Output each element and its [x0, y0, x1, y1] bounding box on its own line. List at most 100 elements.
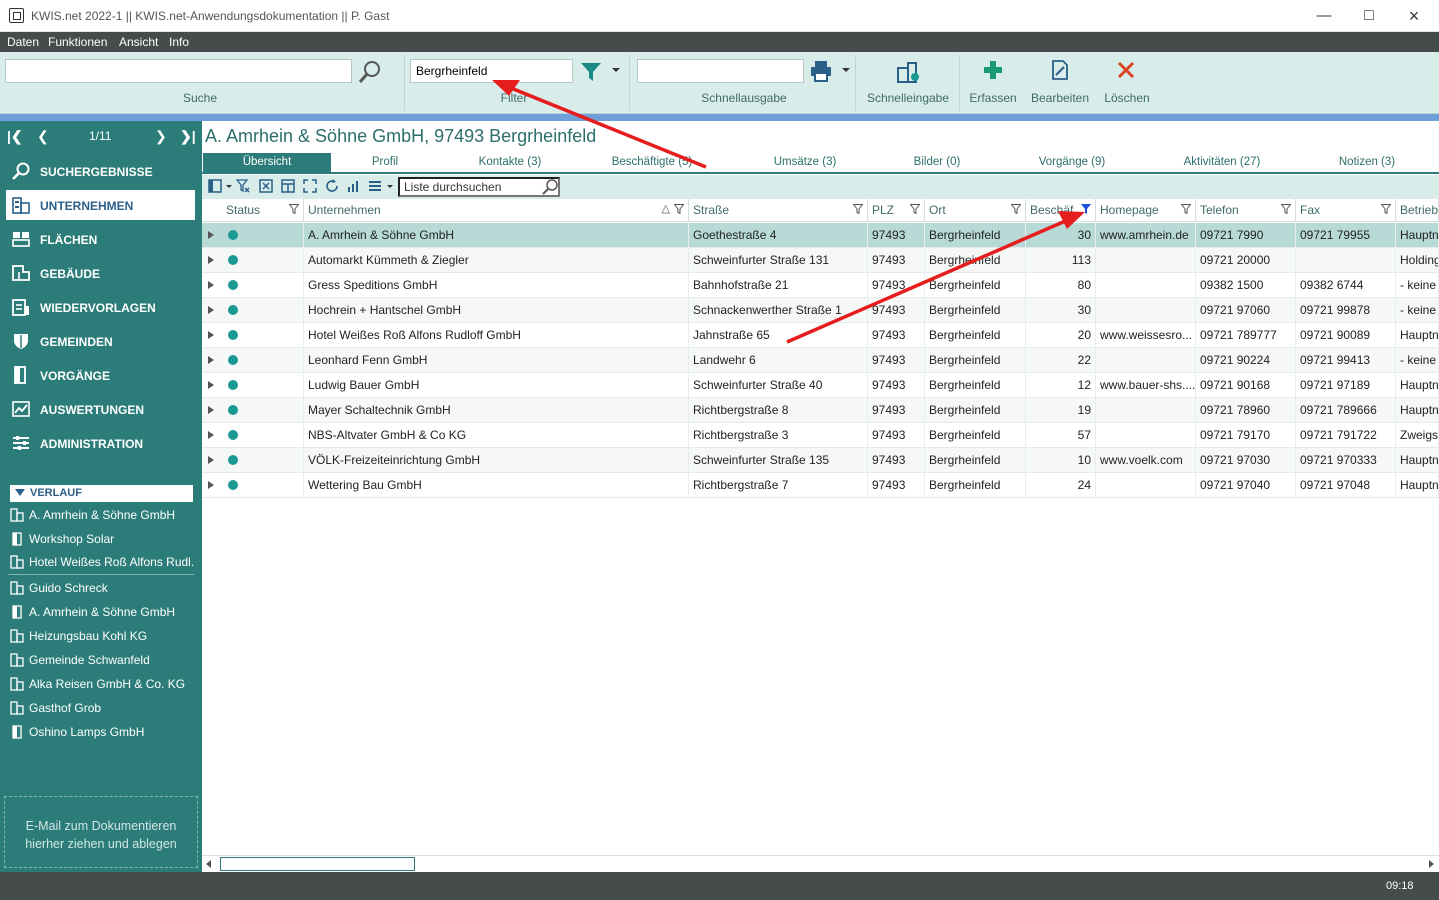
column-filter-icon[interactable] [674, 204, 684, 214]
horizontal-scrollbar[interactable] [202, 855, 1439, 872]
tab-bilder[interactable]: Bilder (0) [894, 153, 980, 173]
row-expand-icon[interactable] [208, 306, 214, 314]
column-filter-icon[interactable] [1381, 204, 1391, 214]
history-header[interactable]: VERLAUF [10, 485, 193, 502]
history-item[interactable]: Guido Schreck [8, 578, 194, 598]
history-item[interactable]: Hotel Weißes Roß Alfons Rudl... [8, 552, 194, 572]
column-header-homepage[interactable]: Homepage [1096, 199, 1196, 222]
history-item[interactable]: Workshop Solar [8, 529, 194, 549]
history-item[interactable]: Gemeinde Schwanfeld [8, 650, 194, 670]
row-expand-icon[interactable] [208, 431, 214, 439]
nav-administration[interactable]: ADMINISTRATION [6, 428, 195, 458]
menu-daten[interactable]: Daten [7, 35, 39, 49]
table-row[interactable]: A. Amrhein & Söhne GmbH Goethestraße 4 974… [202, 223, 1439, 248]
column-header-strasse[interactable]: Straße [689, 199, 868, 222]
search-icon[interactable] [357, 59, 383, 85]
table-row[interactable]: Hochrein + Hantschel GmbH Schnackenwerthe… [202, 298, 1439, 323]
history-item[interactable]: Heizungsbau Kohl KG [8, 626, 194, 646]
column-header-unternehmen[interactable]: Unternehmen △ [304, 199, 689, 222]
list-menu-icon[interactable] [368, 179, 382, 193]
tab-aktivitaeten[interactable]: Aktivitäten (27) [1176, 153, 1268, 173]
tab-kontakte[interactable]: Kontakte (3) [462, 153, 558, 173]
column-filter-icon[interactable] [1011, 204, 1021, 214]
column-filter-icon[interactable] [1181, 204, 1191, 214]
column-header-status[interactable]: Status [222, 199, 304, 222]
column-filter-icon[interactable] [910, 204, 920, 214]
menu-funktionen[interactable]: Funktionen [48, 35, 107, 49]
quick-output-input[interactable] [637, 59, 804, 83]
close-window-button[interactable]: × [1401, 6, 1427, 26]
column-filter-icon[interactable] [853, 204, 863, 214]
menu-ansicht[interactable]: Ansicht [119, 35, 158, 49]
scroll-thumb[interactable] [220, 857, 415, 871]
table-row[interactable]: VÖLK-Freizeiteinrichtung GmbH Schweinfurt… [202, 448, 1439, 473]
nav-auswertungen[interactable]: AUSWERTUNGEN [6, 394, 195, 424]
edit-button[interactable]: Bearbeiten [1027, 54, 1093, 112]
quick-entry-button[interactable]: Schnelleingabe [860, 54, 956, 112]
printer-icon[interactable] [810, 60, 832, 82]
history-item[interactable]: A. Amrhein & Söhne GmbH [8, 505, 194, 525]
history-item[interactable]: A. Amrhein & Söhne GmbH [8, 602, 194, 622]
excel-export-icon[interactable] [259, 179, 273, 193]
history-item[interactable]: Oshino Lamps GmbH [8, 722, 194, 742]
tab-notizen[interactable]: Notizen (3) [1332, 153, 1402, 173]
table-row[interactable]: Leonhard Fenn GmbH Landwehr 6 97493 Bergrhe… [202, 348, 1439, 373]
first-record-icon[interactable]: |❮ [7, 128, 23, 145]
column-filter-icon[interactable] [289, 204, 299, 214]
filter-icon[interactable] [580, 61, 602, 83]
row-expand-icon[interactable] [208, 381, 214, 389]
filter-dropdown-icon[interactable] [612, 68, 620, 72]
table-row[interactable]: Ludwig Bauer GmbH Schweinfurter Straße 40… [202, 373, 1439, 398]
history-item[interactable]: Gasthof Grob [8, 698, 194, 718]
active-filter-icon[interactable] [1081, 204, 1091, 214]
tab-beschaeftigte[interactable]: Beschäftigte (5) [602, 153, 702, 173]
filter-input[interactable] [410, 59, 573, 83]
maximize-button[interactable]: □ [1356, 6, 1382, 26]
last-record-icon[interactable]: ❯| [180, 128, 196, 145]
table-row[interactable]: Gress Speditions GmbH Bahnhofstraße 21 974… [202, 273, 1439, 298]
column-header-fax[interactable]: Fax [1296, 199, 1396, 222]
scroll-right-icon[interactable] [1429, 860, 1434, 868]
nav-suchergebnisse[interactable]: SUCHERGEBNISSE [6, 156, 195, 186]
minimize-button[interactable]: — [1311, 6, 1337, 26]
delete-button[interactable]: Löschen [1098, 54, 1156, 112]
row-expand-icon[interactable] [208, 356, 214, 364]
next-record-icon[interactable]: ❯ [155, 128, 167, 145]
row-expand-icon[interactable] [208, 481, 214, 489]
history-item[interactable]: Alka Reisen GmbH & Co. KG [8, 674, 194, 694]
statistics-icon[interactable] [347, 179, 361, 193]
row-expand-icon[interactable] [208, 281, 214, 289]
table-row[interactable]: NBS-Altvater GmbH & Co KG Richtbergstraße… [202, 423, 1439, 448]
column-header-betrieb[interactable]: Betrieb [1396, 199, 1439, 222]
table-row[interactable]: Wettering Bau GmbH Richtbergstraße 7 97493… [202, 473, 1439, 498]
clear-filter-icon[interactable] [236, 179, 250, 193]
column-header-ort[interactable]: Ort [925, 199, 1026, 222]
columns-dropdown-icon[interactable] [226, 185, 232, 188]
nav-vorgaenge[interactable]: VORGÄNGE [6, 360, 195, 390]
refresh-icon[interactable] [325, 179, 339, 193]
email-drop-zone[interactable]: E-Mail zum Dokumentieren hierher ziehen … [4, 796, 198, 868]
column-header-plz[interactable]: PLZ [868, 199, 925, 222]
list-search-input[interactable] [398, 177, 560, 197]
fit-columns-icon[interactable] [303, 179, 317, 193]
column-header-beschaeftigte[interactable]: Beschäf... [1026, 199, 1096, 222]
nav-flaechen[interactable]: FLÄCHEN [6, 224, 195, 254]
tab-umsaetze[interactable]: Umsätze (3) [758, 153, 852, 173]
nav-wiedervorlagen[interactable]: WIEDERVORLAGEN [6, 292, 195, 322]
sort-ascending-icon[interactable]: △ [662, 202, 670, 215]
row-expand-icon[interactable] [208, 256, 214, 264]
scroll-left-icon[interactable] [206, 860, 211, 868]
table-row[interactable]: Automarkt Kümmeth & Ziegler Schweinfurter… [202, 248, 1439, 273]
list-search-icon[interactable] [541, 178, 559, 196]
nav-gebaeude[interactable]: GEBÄUDE [6, 258, 195, 288]
list-menu-dropdown-icon[interactable] [387, 185, 393, 188]
capture-button[interactable]: Erfassen [965, 54, 1021, 112]
table-row[interactable]: Hotel Weißes Roß Alfons Rudloff GmbH Jahn… [202, 323, 1439, 348]
nav-gemeinden[interactable]: GEMEINDEN [6, 326, 195, 356]
row-expand-icon[interactable] [208, 406, 214, 414]
prev-record-icon[interactable]: ❮ [37, 128, 49, 145]
tab-uebersicht[interactable]: Übersicht [203, 153, 331, 173]
column-filter-icon[interactable] [1281, 204, 1291, 214]
column-header-telefon[interactable]: Telefon [1196, 199, 1296, 222]
table-icon[interactable] [281, 179, 295, 193]
